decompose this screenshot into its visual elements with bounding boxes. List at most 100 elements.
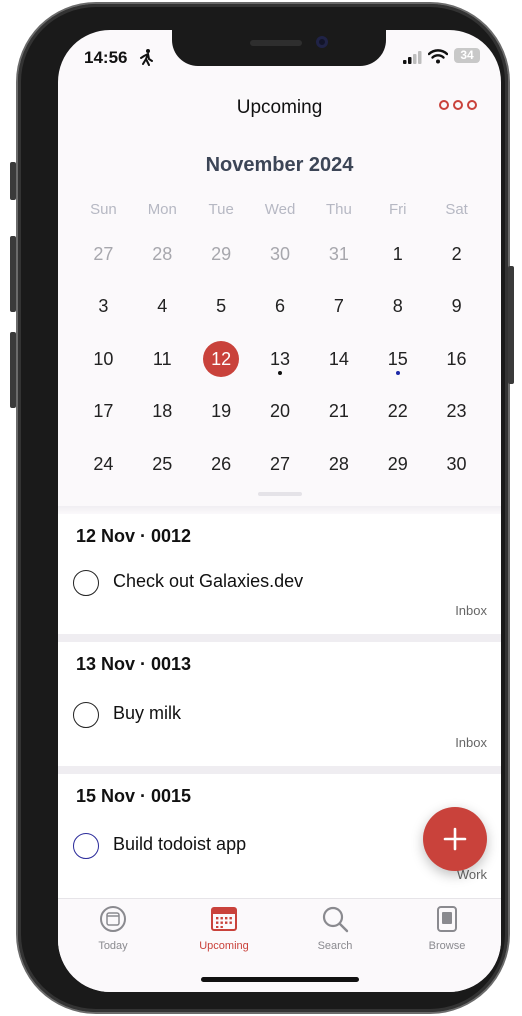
- calendar-day-number: 15: [387, 348, 408, 369]
- calendar-day[interactable]: 5: [192, 281, 251, 334]
- calendar-day[interactable]: 20: [251, 386, 310, 439]
- calendar-day[interactable]: 29: [192, 228, 251, 281]
- calendar-day-number: 23: [446, 401, 467, 422]
- tab-browse[interactable]: Browse: [402, 905, 492, 952]
- more-dot-icon: [439, 100, 449, 110]
- calendar-day-number: 9: [451, 296, 462, 317]
- calendar-day[interactable]: 1: [368, 228, 427, 281]
- calendar-day-number: 11: [152, 348, 172, 369]
- calendar-day[interactable]: 29: [368, 438, 427, 491]
- calendar-day-number: 14: [328, 348, 349, 369]
- weekday-label: Thu: [325, 201, 352, 218]
- calendar-day[interactable]: 23: [427, 386, 486, 439]
- section-title: 12 Nov · 0012: [76, 526, 192, 546]
- calendar-day-number: 1: [392, 243, 403, 264]
- battery-indicator: 34: [454, 48, 480, 63]
- screen: 14:56 34 Upcoming November 2024 Sun Mon …: [58, 30, 501, 992]
- tab-label: Upcoming: [199, 940, 249, 952]
- calendar-day[interactable]: 28: [133, 228, 192, 281]
- section-divider: [58, 634, 501, 642]
- calendar-day[interactable]: 24: [74, 438, 133, 491]
- task-project-label: Inbox: [455, 735, 487, 750]
- calendar-grid-icon: [211, 907, 237, 931]
- calendar-day-number: 30: [446, 453, 467, 474]
- calendar-day-number: 28: [152, 243, 173, 264]
- calendar-day-number: 4: [157, 296, 168, 317]
- more-options-button[interactable]: [439, 100, 477, 110]
- calendar-day-number: 30: [269, 243, 290, 264]
- calendar-day[interactable]: 27: [251, 438, 310, 491]
- calendar-day-number: 29: [211, 243, 232, 264]
- notch: [172, 30, 386, 66]
- calendar-day-number: 25: [152, 453, 173, 474]
- tab-label: Today: [98, 940, 128, 952]
- task-title[interactable]: Buy milk: [113, 703, 181, 724]
- calendar-day[interactable]: 4: [133, 281, 192, 334]
- tab-label: Search: [317, 940, 353, 952]
- cellular-signal-icon: [403, 51, 422, 64]
- speaker-grille: [250, 40, 302, 46]
- add-task-button[interactable]: [423, 807, 487, 871]
- calendar-day-number: 21: [328, 401, 349, 422]
- calendar-day[interactable]: 25: [133, 438, 192, 491]
- calendar-day-number: 22: [387, 401, 408, 422]
- weekday-label: Sun: [90, 201, 117, 218]
- front-camera: [316, 36, 328, 48]
- calendar-day[interactable]: 28: [309, 438, 368, 491]
- calendar-day[interactable]: 10: [74, 333, 133, 386]
- calendar-day[interactable]: 11: [133, 333, 192, 386]
- calendar-day[interactable]: 17: [74, 386, 133, 439]
- calendar-day-number: 31: [328, 243, 349, 264]
- calendar-day-number: 10: [93, 348, 114, 369]
- calendar-day[interactable]: 3: [74, 281, 133, 334]
- calendar-day[interactable]: 16: [427, 333, 486, 386]
- month-label: November 2024: [205, 154, 354, 176]
- drag-handle[interactable]: [258, 492, 302, 496]
- weekday-label: Tue: [208, 201, 234, 218]
- section-divider: [58, 766, 501, 774]
- tab-upcoming[interactable]: Upcoming: [179, 905, 269, 952]
- calendar-day[interactable]: 19: [192, 386, 251, 439]
- task-checkbox[interactable]: [73, 833, 99, 859]
- calendar-day-number: 13: [269, 348, 290, 369]
- tab-search[interactable]: Search: [290, 905, 380, 952]
- task-checkbox[interactable]: [73, 570, 99, 596]
- calendar-day-number: 24: [93, 453, 114, 474]
- calendar-day[interactable]: 27: [74, 228, 133, 281]
- weekday-label: Wed: [264, 201, 296, 218]
- calendar-day[interactable]: 26: [192, 438, 251, 491]
- calendar-grid: 27 28 29 30 31 1 2 3 4 5 6 7 8 9 10 11 12 13 14 15 16 17 18 19 2…: [74, 228, 486, 491]
- task-checkbox[interactable]: [73, 702, 99, 728]
- calendar-day[interactable]: 15: [368, 333, 427, 386]
- volume-down-button: [10, 332, 16, 408]
- calendar-day[interactable]: 9: [427, 281, 486, 334]
- day-section: 12 Nov · 0012 Check out Galaxies.dev Inb…: [58, 514, 501, 634]
- calendar-day[interactable]: 6: [251, 281, 310, 334]
- calendar-day-number: 5: [216, 296, 227, 317]
- volume-up-button: [10, 236, 16, 312]
- page-title: Upcoming: [236, 97, 323, 118]
- side-button: [508, 266, 514, 384]
- home-indicator[interactable]: [201, 977, 359, 982]
- calendar-day[interactable]: 30: [427, 438, 486, 491]
- calendar-day[interactable]: 18: [133, 386, 192, 439]
- calendar-day[interactable]: 8: [368, 281, 427, 334]
- task-indicator-dot: [395, 371, 400, 375]
- weekday-label: Sat: [445, 201, 468, 218]
- calendar-day[interactable]: 21: [309, 386, 368, 439]
- calendar-day[interactable]: 13: [251, 333, 310, 386]
- task-title[interactable]: Build todoist app: [113, 834, 246, 855]
- calendar-day[interactable]: 22: [368, 386, 427, 439]
- more-dot-icon: [453, 100, 463, 110]
- calendar-day[interactable]: 30: [251, 228, 310, 281]
- calendar-day-number: 29: [387, 453, 408, 474]
- calendar-day[interactable]: 12: [192, 333, 251, 386]
- calendar-day[interactable]: 31: [309, 228, 368, 281]
- browse-icon: [437, 906, 457, 932]
- calendar-day[interactable]: 7: [309, 281, 368, 334]
- task-title[interactable]: Check out Galaxies.dev: [113, 571, 303, 592]
- tab-today[interactable]: Today: [68, 905, 158, 952]
- calendar-day[interactable]: 2: [427, 228, 486, 281]
- calendar-day[interactable]: 14: [309, 333, 368, 386]
- today-icon: [100, 906, 126, 932]
